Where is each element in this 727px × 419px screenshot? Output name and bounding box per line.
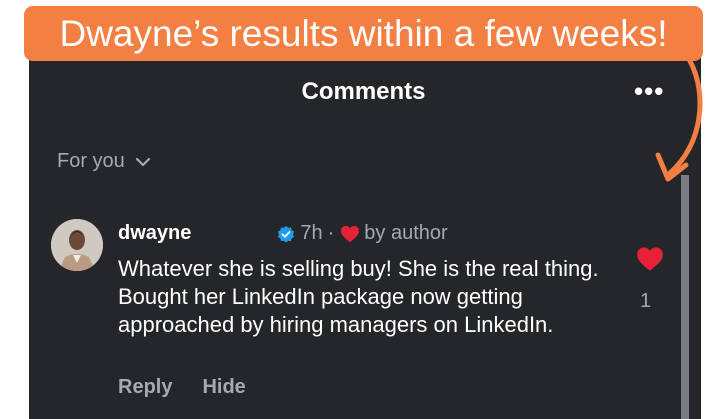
like-heart-icon[interactable] [636,246,664,272]
headline-banner: Dwayne’s results within a few weeks! [24,6,703,61]
page-title: Comments [301,78,426,105]
sort-filter-label: For you [57,150,125,172]
meta-separator: · [327,222,335,244]
more-options-icon[interactable]: ••• [634,76,664,107]
sort-filter-dropdown[interactable]: For you [57,150,151,173]
avatar[interactable] [51,219,103,271]
scrollbar[interactable] [681,175,689,419]
comment-actions: Reply Hide [118,376,246,399]
author-liked-heart-icon [341,225,360,242]
chevron-down-icon [135,157,150,166]
comment-time: 7h [300,222,323,244]
username[interactable]: dwayne [118,222,191,245]
like-count: 1 [640,290,652,312]
liked-by-author-label: by author [364,222,448,244]
comment-meta: dwayne 7h · by author [118,222,448,245]
user-photo-icon [51,219,103,271]
curved-arrow-icon [655,58,703,182]
verified-badge-icon [278,225,295,243]
comment-text: Whatever she is selling buy! She is the … [118,256,599,337]
reply-button[interactable]: Reply [118,376,172,399]
hide-button[interactable]: Hide [202,376,245,399]
